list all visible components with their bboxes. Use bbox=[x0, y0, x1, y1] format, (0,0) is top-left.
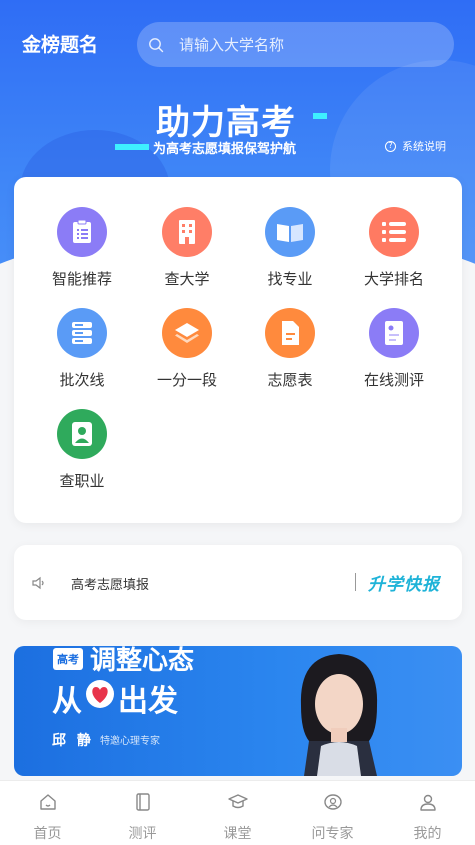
slogan-accent bbox=[313, 113, 327, 119]
layers-icon bbox=[162, 308, 212, 358]
banner-headline: 调整心态 bbox=[90, 646, 195, 676]
person-icon bbox=[57, 409, 107, 459]
slogan-subtitle: 为高考志愿填报保驾护航 bbox=[153, 142, 297, 157]
promo-banner[interactable]: 高考 调整心态 从 出发 邱 静 特邀心理专家 bbox=[14, 646, 462, 776]
search-icon bbox=[145, 34, 167, 56]
notice-text: 高考志愿填报 bbox=[71, 578, 150, 593]
menu-item-label: 查职业 bbox=[59, 472, 105, 490]
menu-item-label: 在线测评 bbox=[363, 371, 424, 389]
search-placeholder: 请输入大学名称 bbox=[179, 36, 285, 54]
menu-item-label: 大学排名 bbox=[363, 270, 424, 288]
slogan-title: 助力高考 bbox=[156, 103, 296, 143]
tab-label: 课堂 bbox=[223, 826, 252, 842]
menu-item-label: 志愿表 bbox=[267, 371, 313, 389]
banner-text: 从 bbox=[52, 684, 82, 719]
menu-item-find-major[interactable]: 找专业 bbox=[238, 207, 342, 297]
banner-text: 出发 bbox=[118, 684, 178, 719]
speaker-icon bbox=[32, 575, 46, 594]
open-book-icon bbox=[265, 207, 315, 257]
system-help-link[interactable]: ? 系统说明 bbox=[385, 138, 446, 154]
tab-label: 测评 bbox=[128, 826, 157, 842]
menu-item-label: 智能推荐 bbox=[51, 270, 112, 288]
tab-home[interactable]: 首页 bbox=[0, 781, 95, 845]
banner-badge: 高考 bbox=[53, 648, 83, 670]
app-title: 金榜题名 bbox=[22, 34, 99, 56]
menu-item-label: 批次线 bbox=[59, 371, 105, 389]
tab-assessment[interactable]: 测评 bbox=[95, 781, 190, 845]
menu-item-university-ranking[interactable]: 大学排名 bbox=[342, 207, 446, 297]
menu-item-find-career[interactable]: 查职业 bbox=[30, 409, 134, 499]
tab-mine[interactable]: 我的 bbox=[380, 781, 475, 845]
notice-divider bbox=[355, 573, 356, 591]
notice-bar[interactable]: 高考志愿填报 升学快报 bbox=[14, 545, 462, 620]
assessment-icon bbox=[134, 793, 152, 815]
menu-item-batch-line[interactable]: 批次线 bbox=[30, 308, 134, 398]
menu-item-score-segment[interactable]: 一分一段 bbox=[135, 308, 239, 398]
banner-headline-2: 从 出发 bbox=[52, 676, 178, 720]
system-help-label: 系统说明 bbox=[402, 140, 446, 153]
menu-item-application-form[interactable]: 志愿表 bbox=[238, 308, 342, 398]
menu-item-online-assessment[interactable]: 在线测评 bbox=[342, 308, 446, 398]
tab-label: 首页 bbox=[33, 826, 62, 842]
expert-photo bbox=[300, 654, 378, 776]
menu-item-label: 找专业 bbox=[267, 270, 313, 288]
help-icon: ? bbox=[385, 140, 396, 152]
menu-item-find-university[interactable]: 查大学 bbox=[135, 207, 239, 297]
bottom-tab-bar: 首页 测评 课堂 问专家 我的 bbox=[0, 780, 475, 845]
tab-classroom[interactable]: 课堂 bbox=[190, 781, 285, 845]
expert-name: 邱 静 bbox=[52, 733, 94, 749]
clipboard-list-icon bbox=[57, 207, 107, 257]
menu-item-label: 查大学 bbox=[164, 270, 210, 288]
search-input[interactable]: 请输入大学名称 bbox=[137, 22, 454, 67]
tab-label: 问专家 bbox=[311, 826, 354, 842]
heart-icon bbox=[84, 679, 116, 717]
document-icon bbox=[265, 308, 315, 358]
tab-ask-expert[interactable]: 问专家 bbox=[285, 781, 380, 845]
building-icon bbox=[162, 207, 212, 257]
tab-label: 我的 bbox=[413, 826, 442, 842]
test-paper-icon bbox=[369, 308, 419, 358]
notice-brand: 升学快报 bbox=[368, 575, 440, 595]
feature-menu-card: 智能推荐 查大学 找专业 大学排名 批次线 一分一段 志愿表 在线测评 查职业 bbox=[14, 177, 462, 523]
user-icon bbox=[419, 793, 437, 815]
menu-item-smart-recommend[interactable]: 智能推荐 bbox=[30, 207, 134, 297]
menu-item-label: 一分一段 bbox=[156, 371, 217, 389]
slogan-accent bbox=[115, 144, 149, 150]
ranking-list-icon bbox=[369, 207, 419, 257]
server-stack-icon bbox=[57, 308, 107, 358]
expert-title: 特邀心理专家 bbox=[100, 736, 160, 747]
graduation-cap-icon bbox=[227, 793, 248, 815]
expert-consult-icon bbox=[323, 793, 343, 815]
home-icon bbox=[39, 793, 57, 815]
